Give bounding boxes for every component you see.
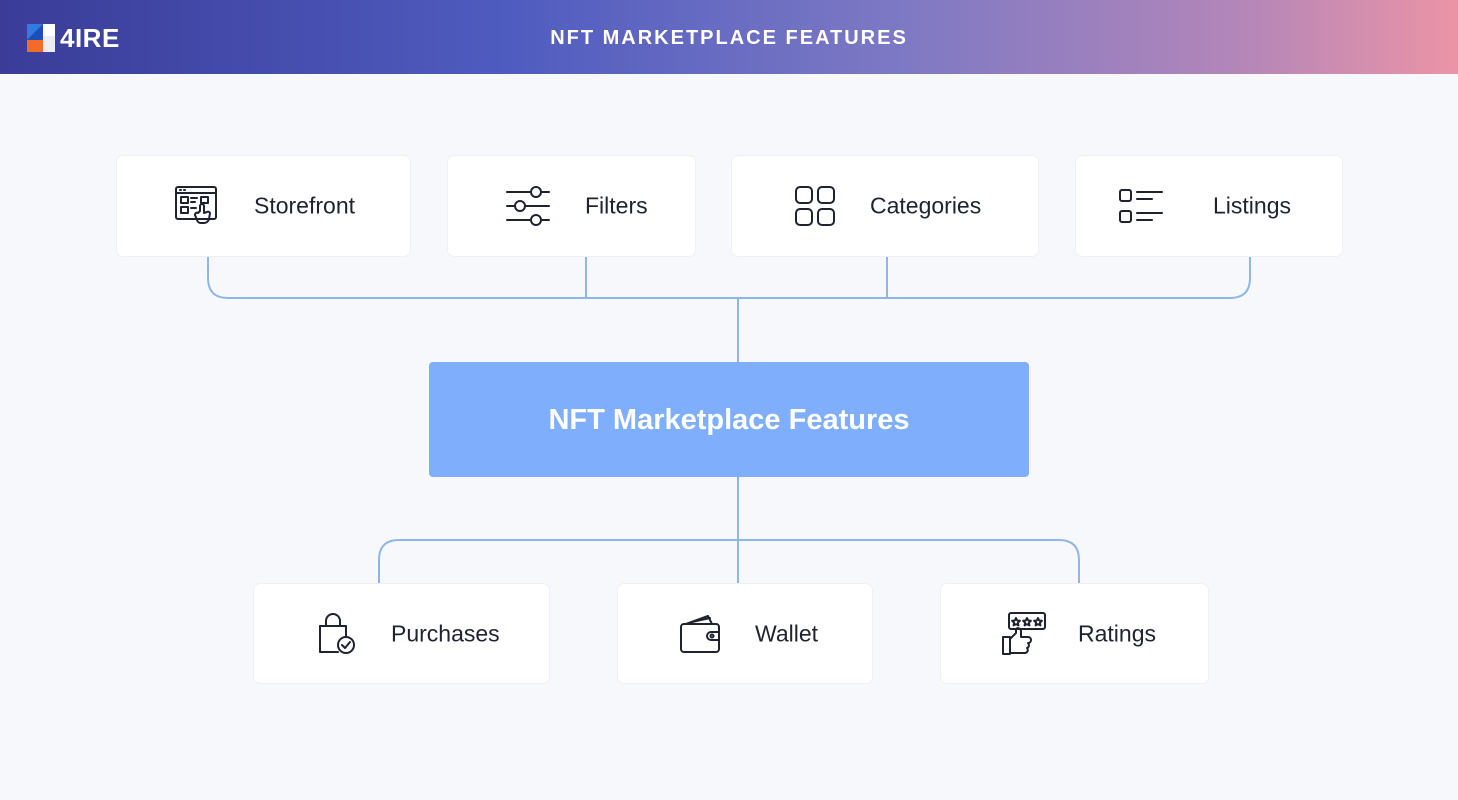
- feature-card-listings[interactable]: Listings: [1076, 156, 1342, 256]
- center-node-label: NFT Marketplace Features: [548, 404, 910, 436]
- wallet-icon: [680, 614, 720, 653]
- feature-label-listings: Listings: [1213, 192, 1291, 219]
- feature-label-filters: Filters: [585, 192, 648, 219]
- feature-label-purchases: Purchases: [391, 620, 500, 646]
- feature-label-ratings: Ratings: [1078, 620, 1156, 646]
- list-icon: [1119, 189, 1163, 223]
- feature-label-wallet: Wallet: [755, 620, 819, 646]
- feature-label-storefront: Storefront: [254, 192, 355, 219]
- feature-label-categories: Categories: [870, 192, 982, 219]
- connector-bottom-branch: [378, 539, 1080, 584]
- connector-top-left: [207, 256, 1251, 299]
- feature-card-purchases[interactable]: Purchases: [254, 584, 549, 683]
- thumbs-up-rating-icon: [1002, 611, 1046, 655]
- grid-icon: [795, 186, 835, 226]
- feature-card-ratings[interactable]: Ratings: [941, 584, 1208, 683]
- feature-card-wallet[interactable]: Wallet: [618, 584, 872, 683]
- feature-card-filters[interactable]: Filters: [448, 156, 695, 256]
- feature-card-categories[interactable]: Categories: [732, 156, 1038, 256]
- center-node[interactable]: NFT Marketplace Features: [429, 362, 1029, 477]
- storefront-icon: [175, 186, 217, 224]
- feature-card-storefront[interactable]: Storefront: [117, 156, 410, 256]
- shopping-bag-check-icon: [319, 612, 355, 654]
- sliders-icon: [506, 186, 550, 226]
